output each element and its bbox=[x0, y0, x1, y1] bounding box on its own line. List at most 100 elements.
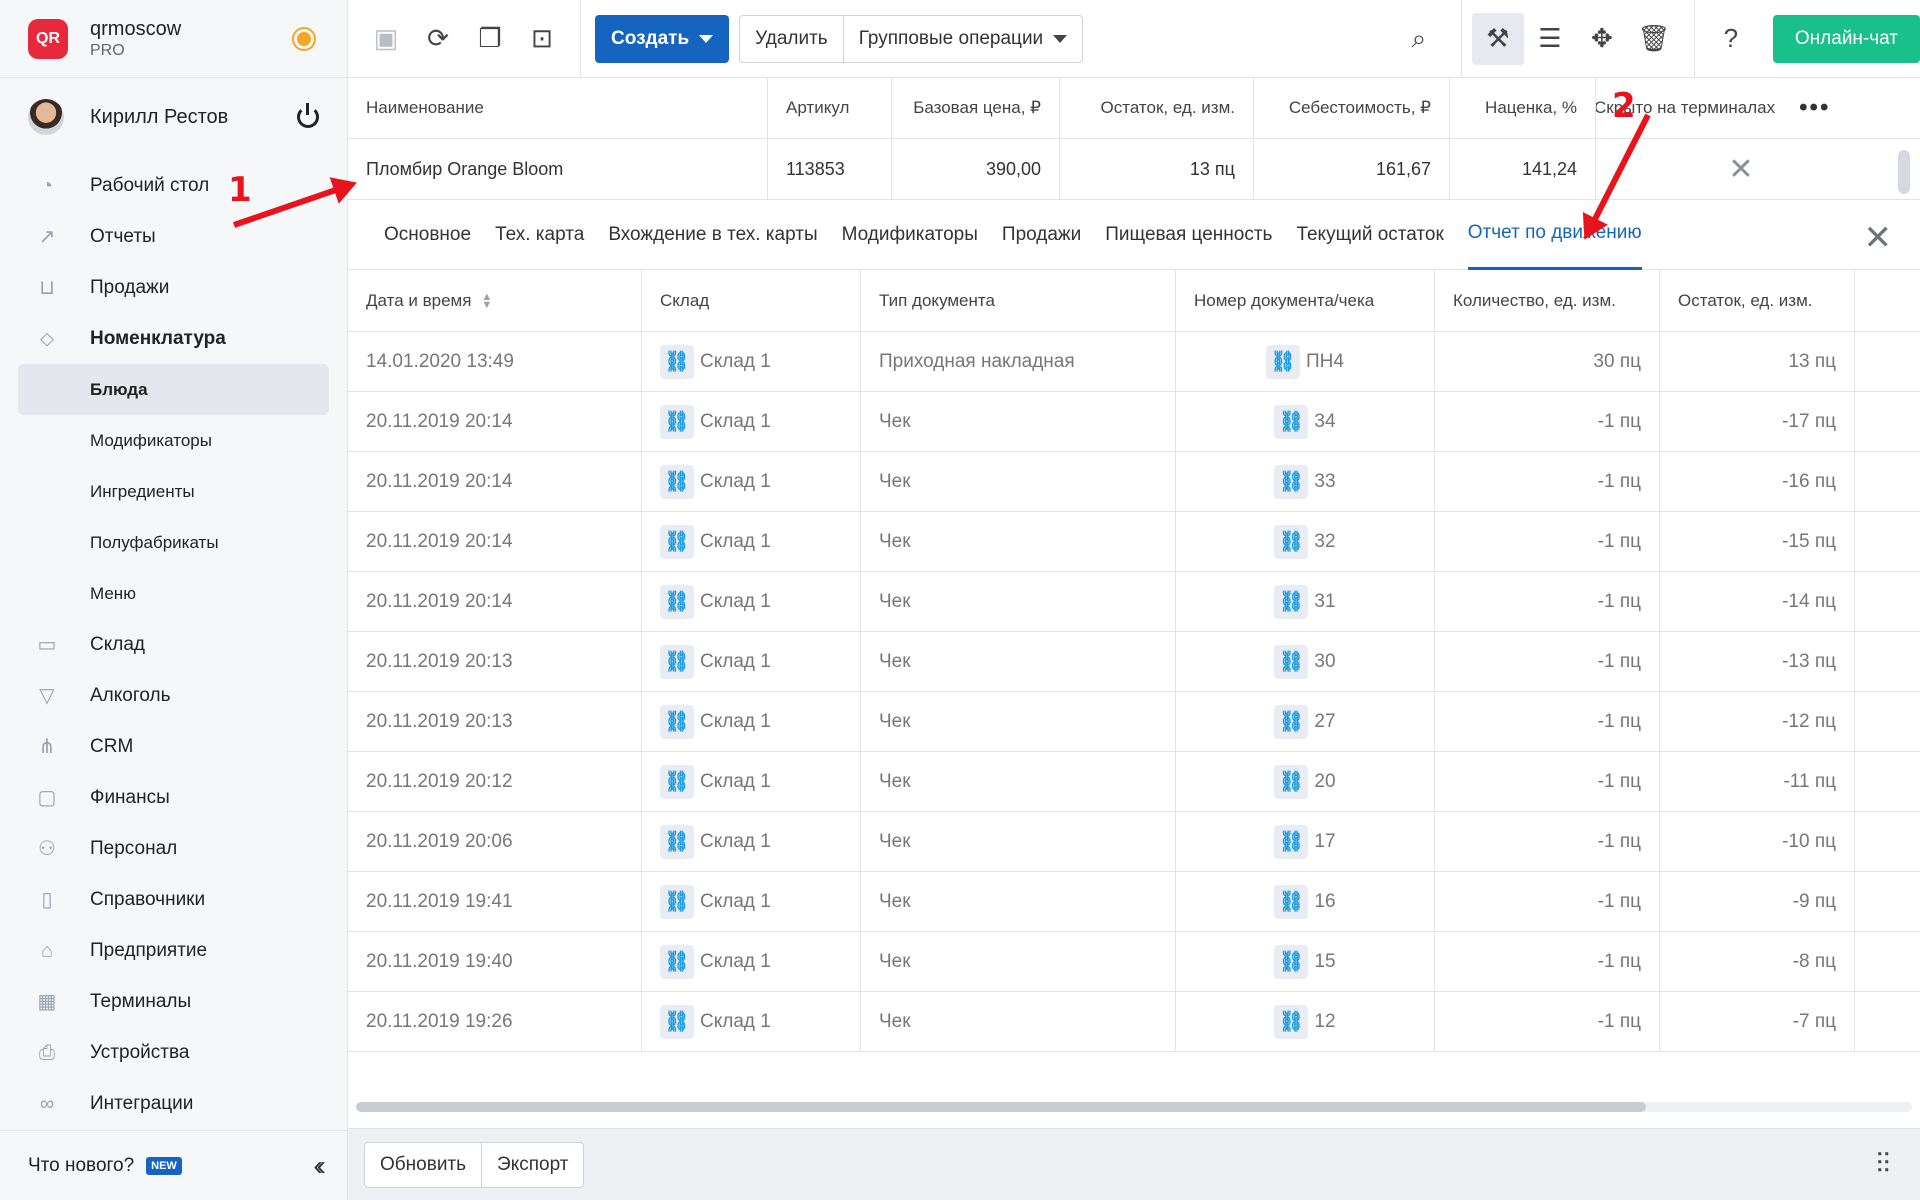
link-icon[interactable]: ⛓ bbox=[1274, 464, 1309, 499]
column-header-balance[interactable]: Остаток, ед. изм. bbox=[1660, 270, 1855, 331]
sidebar-subitem[interactable]: Блюда bbox=[18, 364, 329, 415]
link-icon[interactable]: ⛓ bbox=[660, 1004, 694, 1039]
link-icon[interactable]: ⛓ bbox=[660, 704, 694, 739]
table-row[interactable]: 20.11.2019 20:13 ⛓ Склад 1 Чек ⛓ 27 -1 пц -12 п… bbox=[348, 692, 1920, 752]
link-icon[interactable]: ⛓ bbox=[1274, 524, 1309, 559]
sidebar-item[interactable]: ⌂ Предприятие bbox=[0, 925, 347, 976]
column-header-base-price[interactable]: Базовая цена, ₽ bbox=[892, 77, 1060, 139]
sidebar-subitem[interactable]: Модификаторы bbox=[0, 415, 347, 466]
save-icon[interactable]: ▣ bbox=[360, 13, 412, 65]
table-row[interactable]: 20.11.2019 20:14 ⛓ Склад 1 Чек ⛓ 32 -1 пц -15 п… bbox=[348, 512, 1920, 572]
sidebar-item[interactable]: ▦ Терминалы bbox=[0, 976, 347, 1027]
table-row[interactable]: 20.11.2019 20:13 ⛓ Склад 1 Чек ⛓ 30 -1 пц -13 п… bbox=[348, 632, 1920, 692]
tab[interactable]: Отчет по движению bbox=[1467, 200, 1642, 270]
tab[interactable]: Основное bbox=[384, 200, 471, 270]
table-row[interactable]: 20.11.2019 20:06 ⛓ Склад 1 Чек ⛓ 17 -1 пц -10 п… bbox=[348, 812, 1920, 872]
column-header-sku[interactable]: Артикул bbox=[768, 77, 892, 139]
link-icon[interactable]: ⛓ bbox=[660, 464, 694, 499]
column-header-warehouse[interactable]: Склад bbox=[642, 270, 861, 331]
sidebar-item[interactable]: ↗ Отчеты bbox=[0, 211, 347, 262]
tab[interactable]: Пищевая ценность bbox=[1105, 200, 1272, 270]
link-icon[interactable]: ⛓ bbox=[660, 344, 694, 379]
scrollbar-thumb[interactable] bbox=[356, 1102, 1646, 1112]
link-icon[interactable]: ⛓ bbox=[1274, 644, 1309, 679]
link-icon[interactable]: ⛓ bbox=[1274, 824, 1309, 859]
refresh-icon[interactable]: ⟳ bbox=[412, 13, 464, 65]
link-icon[interactable]: ⛓ bbox=[1274, 584, 1309, 619]
sidebar-item[interactable]: ⬦ Номенклатура bbox=[0, 313, 347, 364]
link-icon[interactable]: ⛓ bbox=[1274, 404, 1309, 439]
sliders-settings-icon[interactable]: ⫶⫶ bbox=[1876, 1148, 1890, 1181]
table-row[interactable]: 20.11.2019 20:14 ⛓ Склад 1 Чек ⛓ 31 -1 пц -14 п… bbox=[348, 572, 1920, 632]
help-icon[interactable]: ? bbox=[1705, 13, 1757, 65]
refresh-button[interactable]: Обновить bbox=[365, 1143, 481, 1187]
more-icon[interactable]: ••• bbox=[1799, 94, 1830, 122]
link-icon[interactable]: ⛓ bbox=[1274, 1004, 1309, 1039]
list-icon[interactable]: ☰ bbox=[1524, 13, 1576, 65]
tab[interactable]: Модификаторы bbox=[842, 200, 978, 270]
online-chat-button[interactable]: Онлайн-чат bbox=[1772, 14, 1920, 63]
export-button[interactable]: Экспорт bbox=[481, 1142, 583, 1187]
delete-button[interactable]: Удалить bbox=[740, 16, 843, 62]
link-icon[interactable]: ⛓ bbox=[660, 524, 694, 559]
link-icon[interactable]: ⛓ bbox=[1274, 884, 1309, 919]
link-icon[interactable]: ⛓ bbox=[660, 944, 694, 979]
table-row[interactable]: 20.11.2019 19:40 ⛓ Склад 1 Чек ⛓ 15 -1 пц -8 пц bbox=[348, 932, 1920, 992]
table-row[interactable]: 20.11.2019 19:26 ⛓ Склад 1 Чек ⛓ 12 -1 пц -7 пц bbox=[348, 992, 1920, 1052]
table-row[interactable]: Пломбир Orange Bloom 113853 390,00 13 пц… bbox=[348, 139, 1920, 200]
sidebar-subitem[interactable]: Полуфабрикаты bbox=[0, 517, 347, 568]
column-header-markup[interactable]: Наценка, % bbox=[1450, 77, 1596, 139]
copy-icon[interactable]: ❐ bbox=[464, 13, 516, 65]
link-icon[interactable]: ⛓ bbox=[1274, 944, 1309, 979]
column-header-stock[interactable]: Остаток, ед. изм. bbox=[1060, 77, 1254, 139]
horizontal-scrollbar[interactable] bbox=[356, 1102, 1912, 1112]
sidebar-subitem[interactable]: Ингредиенты bbox=[0, 466, 347, 517]
move-icon[interactable]: ✥ bbox=[1576, 13, 1628, 65]
sort-icon[interactable]: ▲ ▼ bbox=[481, 291, 492, 310]
sidebar-subitem[interactable]: Меню bbox=[0, 568, 347, 619]
link-icon[interactable]: ⛓ bbox=[660, 884, 694, 919]
column-header-quantity[interactable]: Количество, ед. изм. bbox=[1435, 270, 1660, 331]
tab[interactable]: Продажи bbox=[1002, 200, 1081, 270]
tab[interactable]: Текущий остаток bbox=[1296, 200, 1443, 270]
sidebar-item[interactable]: ⊔ Продажи bbox=[0, 262, 347, 313]
column-header-cost[interactable]: Себестоимость, ₽ bbox=[1254, 77, 1450, 139]
column-header-doc-type[interactable]: Тип документа bbox=[861, 270, 1176, 331]
sidebar-item[interactable]: ⎙ Устройства bbox=[0, 1027, 347, 1078]
logout-power-icon[interactable] bbox=[297, 103, 319, 128]
column-header-doc-number[interactable]: Номер документа/чека bbox=[1176, 270, 1435, 331]
link-icon[interactable]: ⛓ bbox=[1266, 344, 1301, 379]
link-icon[interactable]: ⛓ bbox=[660, 644, 694, 679]
table-row[interactable]: 14.01.2020 13:49 ⛓ Склад 1 Приходная наклад… bbox=[348, 332, 1920, 392]
tab[interactable]: Вхождение в тех. карты bbox=[608, 200, 817, 270]
search-icon[interactable]: ⌕ bbox=[1393, 13, 1445, 65]
table-row[interactable]: 20.11.2019 20:12 ⛓ Склад 1 Чек ⛓ 20 -1 пц -11 п… bbox=[348, 752, 1920, 812]
create-button[interactable]: Создать bbox=[595, 14, 730, 63]
group-operations-button[interactable]: Групповые операции bbox=[842, 15, 1082, 62]
sidebar-item[interactable]: ⚇ Персонал bbox=[0, 823, 347, 874]
tools-icon[interactable]: ⚒ bbox=[1471, 12, 1524, 65]
column-header-datetime[interactable]: Дата и время ▲ ▼ bbox=[348, 270, 642, 331]
link-icon[interactable]: ⛓ bbox=[660, 824, 694, 859]
link-icon[interactable]: ⛓ bbox=[660, 764, 694, 799]
tab[interactable]: Тех. карта bbox=[495, 200, 584, 270]
theme-toggle-sun-icon[interactable] bbox=[289, 24, 319, 54]
table-row[interactable]: 20.11.2019 20:14 ⛓ Склад 1 Чек ⛓ 33 -1 пц -16 п… bbox=[348, 452, 1920, 512]
avatar[interactable] bbox=[28, 99, 64, 135]
link-icon[interactable]: ⛓ bbox=[660, 404, 694, 439]
close-icon[interactable]: ✕ bbox=[1864, 218, 1893, 258]
vertical-scrollbar[interactable] bbox=[1898, 150, 1910, 194]
sidebar-item[interactable]: ⋔ CRM bbox=[0, 721, 347, 772]
whats-new-link[interactable]: Что нового? bbox=[28, 1155, 134, 1177]
table-row[interactable]: 20.11.2019 20:14 ⛓ Склад 1 Чек ⛓ 34 -1 пц -17 п… bbox=[348, 392, 1920, 452]
column-header-name[interactable]: Наименование bbox=[348, 77, 768, 139]
sidebar-item[interactable]: ▭ Склад bbox=[0, 619, 347, 670]
sidebar-item[interactable]: ▢ Финансы bbox=[0, 772, 347, 823]
sidebar-item[interactable]: ▽ Алкоголь bbox=[0, 670, 347, 721]
trash-icon[interactable]: 🗑 bbox=[1628, 13, 1680, 65]
sidebar-item[interactable]: ∞ Интеграции bbox=[0, 1078, 347, 1129]
brand-name[interactable]: qrmoscow bbox=[90, 17, 289, 41]
link-icon[interactable]: ⛓ bbox=[1274, 704, 1309, 739]
inbox-icon[interactable]: ⊡ bbox=[516, 13, 568, 65]
qr-logo[interactable]: QR bbox=[28, 18, 68, 59]
